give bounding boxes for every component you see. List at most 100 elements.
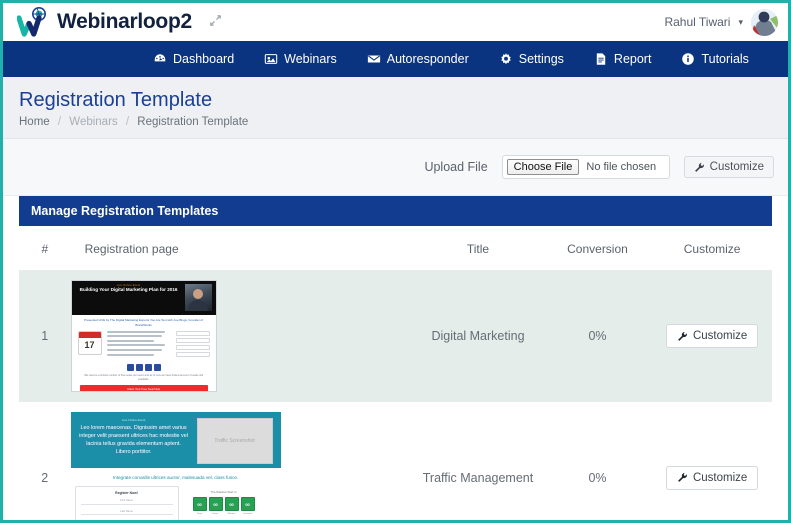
- wrench-icon: [694, 162, 705, 173]
- thumb-form-field: Last Name: [81, 510, 173, 516]
- countdown-value: 00: [241, 497, 255, 511]
- table-body: 1 Live Online Event Building Your Digita…: [19, 270, 772, 523]
- breadcrumb-separator: /: [126, 116, 129, 128]
- upload-file-label: Upload File: [424, 160, 487, 174]
- row-customize-cell: Customize: [652, 270, 772, 402]
- thumb-body: 17: [72, 329, 216, 361]
- thumb-calendar-day: 17: [79, 338, 101, 353]
- countdown-unit: 00 Minutes: [225, 497, 239, 515]
- countdown-label: Seconds: [241, 513, 255, 515]
- panel-heading: Manage Registration Templates: [19, 196, 772, 226]
- gear-icon: [499, 52, 513, 66]
- nav-item-webinars[interactable]: Webinars: [264, 52, 337, 66]
- thumb-headline: Building Your Digital Marketing Plan for…: [76, 287, 182, 294]
- row-customize-button[interactable]: Customize: [666, 466, 758, 490]
- thumb-lorem: Leo lorem maecenas. Dignissim amet variu…: [79, 424, 189, 456]
- expand-arrows-icon[interactable]: [208, 13, 223, 32]
- thumb-form-title: Register Now!: [81, 491, 173, 495]
- upload-customize-button[interactable]: Customize: [684, 156, 774, 178]
- nav-item-dashboard[interactable]: Dashboard: [153, 52, 234, 66]
- row-title: Digital Marketing: [413, 270, 542, 402]
- app-window: Webinarloop2 Rahul Tiwari ▾: [0, 0, 791, 523]
- social-icon: [145, 364, 152, 371]
- thumb-hero: Live Online Event Leo lorem maecenas. Di…: [71, 412, 281, 468]
- thumb-form: [176, 331, 210, 359]
- countdown-value: 00: [209, 497, 223, 511]
- info-circle-icon: [681, 52, 695, 66]
- row-number: 1: [19, 270, 71, 402]
- nav-label: Report: [614, 52, 652, 66]
- nav-label: Webinars: [284, 52, 337, 66]
- social-icon: [154, 364, 161, 371]
- countdown-unit: 00 Seconds: [241, 497, 255, 515]
- social-icon: [127, 364, 134, 371]
- envelope-icon: [367, 52, 381, 66]
- thumb-field-label: Last Name: [81, 510, 173, 513]
- templates-panel: Manage Registration Templates # Registra…: [19, 196, 772, 523]
- thumb-subline: Presented LIVE by The Digital Marketing …: [72, 315, 216, 329]
- top-bar: Webinarloop2 Rahul Tiwari ▾: [3, 3, 788, 41]
- thumb-presenter-photo: [185, 284, 212, 311]
- webinars-icon: [264, 52, 278, 66]
- countdown-unit: 00 Days: [193, 497, 207, 515]
- table-header-row: # Registration page Title Conversion Cus…: [19, 226, 772, 270]
- registration-page-thumbnail[interactable]: Live Online Event Leo lorem maecenas. Di…: [71, 412, 281, 523]
- chevron-down-icon[interactable]: ▾: [738, 17, 743, 28]
- table-header: # Registration page Title Conversion Cus…: [19, 226, 772, 270]
- thumb-field-label: First Name: [81, 499, 173, 502]
- column-header-num: #: [19, 226, 71, 270]
- breadcrumb-separator: /: [58, 116, 61, 128]
- thumb-banner: Live Online Event Building Your Digital …: [72, 281, 216, 315]
- breadcrumb-home[interactable]: Home: [19, 116, 50, 128]
- user-name: Rahul Tiwari: [664, 15, 730, 29]
- templates-table: # Registration page Title Conversion Cus…: [19, 226, 772, 523]
- breadcrumb-current: Registration Template: [137, 116, 248, 128]
- brand-area[interactable]: Webinarloop2: [17, 7, 223, 37]
- wrench-icon: [677, 472, 688, 483]
- row-thumbnail-cell[interactable]: Live Online Event Leo lorem maecenas. Di…: [71, 402, 414, 523]
- thumb-bottom: Register Now! First Name Last Name: [71, 486, 281, 523]
- nav-item-settings[interactable]: Settings: [499, 52, 564, 66]
- choose-file-button[interactable]: Choose File: [507, 159, 580, 175]
- row-customize-label: Customize: [693, 472, 747, 484]
- countdown-label: Minutes: [225, 513, 239, 515]
- thumb-calendar-icon: 17: [78, 331, 102, 355]
- page-title: Registration Template: [19, 89, 788, 112]
- thumb-register-form: Register Now! First Name Last Name: [75, 486, 179, 523]
- thumb-cta-button: Claim Your Free Seat Now: [80, 385, 208, 392]
- thumb-midline: Integrate convallis ultrices auctor, mal…: [71, 468, 281, 486]
- table-row[interactable]: 2 Live Online Event Leo lorem maecenas. …: [19, 402, 772, 523]
- nav-item-autoresponder[interactable]: Autoresponder: [367, 52, 469, 66]
- webinarloop-w-logo-icon: [17, 7, 51, 37]
- file-status-text: No file chosen: [586, 161, 656, 173]
- main-nav: Dashboard Webinars Autoresponder: [3, 41, 788, 77]
- breadcrumb-webinars[interactable]: Webinars: [69, 116, 117, 128]
- row-customize-button[interactable]: Customize: [666, 324, 758, 348]
- countdown-value: 00: [225, 497, 239, 511]
- nav-item-report[interactable]: Report: [594, 52, 652, 66]
- thumb-countdown: The Webinar Start In 00 Days 00: [193, 486, 255, 515]
- column-header-customize: Customize: [652, 226, 772, 270]
- file-input[interactable]: Choose File No file chosen: [502, 155, 670, 179]
- thumb-video-placeholder: Traffic Screenshot: [197, 418, 273, 464]
- nav-label: Dashboard: [173, 52, 234, 66]
- avatar[interactable]: [751, 9, 778, 36]
- registration-page-thumbnail[interactable]: Live Online Event Building Your Digital …: [71, 280, 217, 392]
- nav-item-tutorials[interactable]: Tutorials: [681, 52, 748, 66]
- table-row[interactable]: 1 Live Online Event Building Your Digita…: [19, 270, 772, 402]
- upload-toolbar: Upload File Choose File No file chosen C…: [3, 139, 788, 196]
- nav-label: Settings: [519, 52, 564, 66]
- dashboard-icon: [153, 52, 167, 66]
- page-header: Registration Template Home / Webinars / …: [3, 77, 788, 139]
- column-header-conversion: Conversion: [543, 226, 653, 270]
- user-menu[interactable]: Rahul Tiwari ▾: [664, 9, 778, 36]
- report-icon: [594, 52, 608, 66]
- row-number: 2: [19, 402, 71, 523]
- row-title: Traffic Management: [413, 402, 542, 523]
- thumb-form-field: First Name: [81, 499, 173, 505]
- nav-label: Autoresponder: [387, 52, 469, 66]
- thumb-social-icons: [72, 364, 216, 371]
- breadcrumb: Home / Webinars / Registration Template: [19, 116, 788, 128]
- brand-name: Webinarloop2: [57, 10, 192, 34]
- row-thumbnail-cell[interactable]: Live Online Event Building Your Digital …: [71, 270, 414, 402]
